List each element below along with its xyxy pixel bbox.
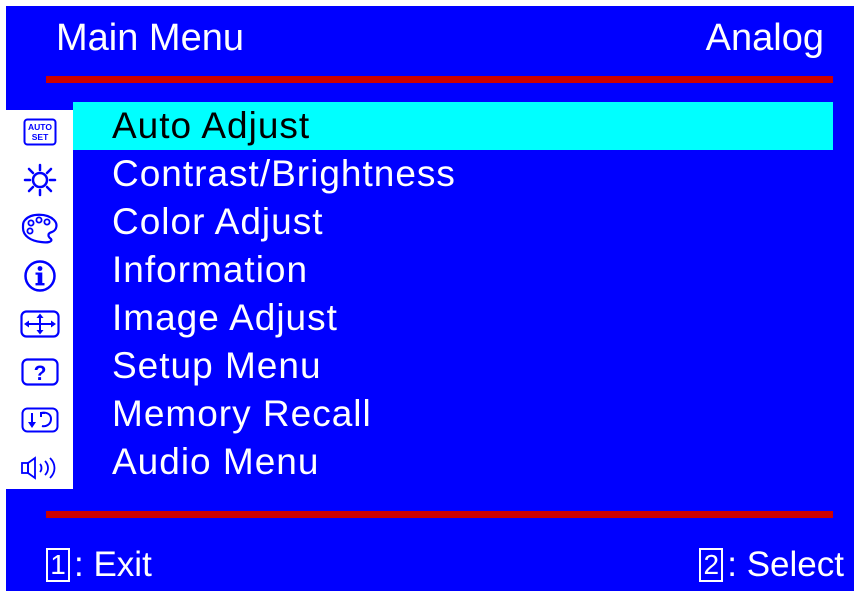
input-mode-label: Analog (705, 17, 824, 59)
recall-icon (6, 396, 73, 444)
osd-main-menu: Main Menu Analog AUTO SET ? Auto Adjust … (6, 6, 854, 591)
auto-set-icon: AUTO SET (6, 108, 73, 156)
sun-icon (6, 156, 73, 204)
palette-icon (6, 204, 73, 252)
menu-item-image-adjust[interactable]: Image Adjust (73, 294, 833, 342)
menu-item-contrast-brightness[interactable]: Contrast/Brightness (73, 150, 833, 198)
exit-label: : Exit (74, 545, 152, 584)
svg-text:AUTO: AUTO (28, 122, 52, 132)
exit-hint[interactable]: 1: Exit (46, 542, 152, 588)
menu-item-audio-menu[interactable]: Audio Menu (73, 438, 833, 486)
bottom-divider (46, 511, 833, 518)
menu-item-auto-adjust[interactable]: Auto Adjust (73, 102, 833, 150)
menu-item-information[interactable]: Information (73, 246, 833, 294)
menu-title: Main Menu (56, 17, 244, 59)
select-label: : Select (727, 545, 844, 584)
key-2-badge: 2 (699, 548, 724, 582)
key-1-badge: 1 (46, 548, 70, 582)
svg-text:?: ? (33, 362, 46, 385)
question-icon: ? (6, 348, 73, 396)
top-divider (46, 76, 833, 83)
icon-strip: AUTO SET ? (6, 110, 73, 489)
resize-arrows-icon (6, 300, 73, 348)
select-hint[interactable]: 2: Select (699, 542, 844, 588)
menu-item-color-adjust[interactable]: Color Adjust (73, 198, 833, 246)
svg-text:SET: SET (31, 132, 48, 142)
info-icon (6, 252, 73, 300)
menu-item-memory-recall[interactable]: Memory Recall (73, 390, 833, 438)
speaker-icon (6, 444, 73, 492)
menu-item-setup-menu[interactable]: Setup Menu (73, 342, 833, 390)
